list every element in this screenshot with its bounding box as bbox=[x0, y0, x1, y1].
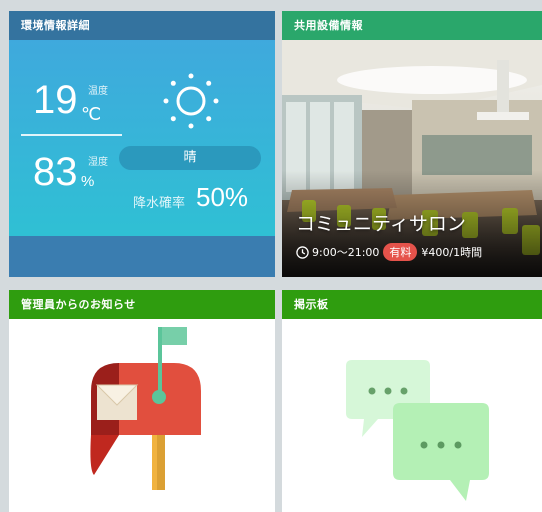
weather-tile-title: 環境情報詳細 bbox=[9, 11, 275, 40]
clock-icon bbox=[296, 245, 309, 259]
facility-hours: 9:00〜21:00 bbox=[312, 246, 380, 259]
humidity-value: 83 bbox=[33, 150, 78, 194]
temperature-label: 温度 bbox=[88, 86, 108, 97]
facility-price: ¥400/1時間 bbox=[421, 246, 483, 259]
notice-tile-title: 管理員からのお知らせ bbox=[9, 290, 275, 319]
facility-photo bbox=[282, 40, 542, 277]
rain-probability-value: 50% bbox=[196, 182, 249, 212]
weather-tile[interactable]: 環境情報詳細 19 温度 ℃ 83 湿度 % 晴 降水確率 50% bbox=[9, 11, 275, 277]
temperature-unit: ℃ bbox=[81, 104, 102, 124]
rain-probability-label: 降水確率 bbox=[133, 196, 186, 211]
notice-tile[interactable]: 管理員からのお知らせ bbox=[9, 290, 275, 512]
humidity-label: 湿度 bbox=[88, 157, 108, 168]
sun-icon bbox=[163, 73, 219, 129]
divider bbox=[21, 134, 122, 136]
board-tile-title: 掲示板 bbox=[282, 290, 542, 319]
weather-panel: 19 温度 ℃ 83 湿度 % 晴 降水確率 50% bbox=[9, 40, 275, 236]
mailbox-icon bbox=[90, 327, 201, 490]
facility-name: コミュニティサロン bbox=[296, 213, 466, 235]
facility-tile-title: 共用設備情報 bbox=[282, 11, 542, 40]
facility-meta: 9:00〜21:00 有料 ¥400/1時間 bbox=[296, 243, 482, 261]
weather-condition-badge: 晴 bbox=[119, 146, 261, 170]
temperature-value: 19 bbox=[33, 78, 78, 122]
facility-tile[interactable]: 共用設備情報 コミュニティサロン 9:00〜21:00 有料 ¥400/1時間 bbox=[282, 11, 542, 277]
chat-bubbles-icon bbox=[346, 360, 489, 501]
board-tile[interactable]: 掲示板 bbox=[282, 290, 542, 512]
humidity-unit: % bbox=[81, 173, 95, 190]
paid-badge: 有料 bbox=[383, 243, 418, 261]
